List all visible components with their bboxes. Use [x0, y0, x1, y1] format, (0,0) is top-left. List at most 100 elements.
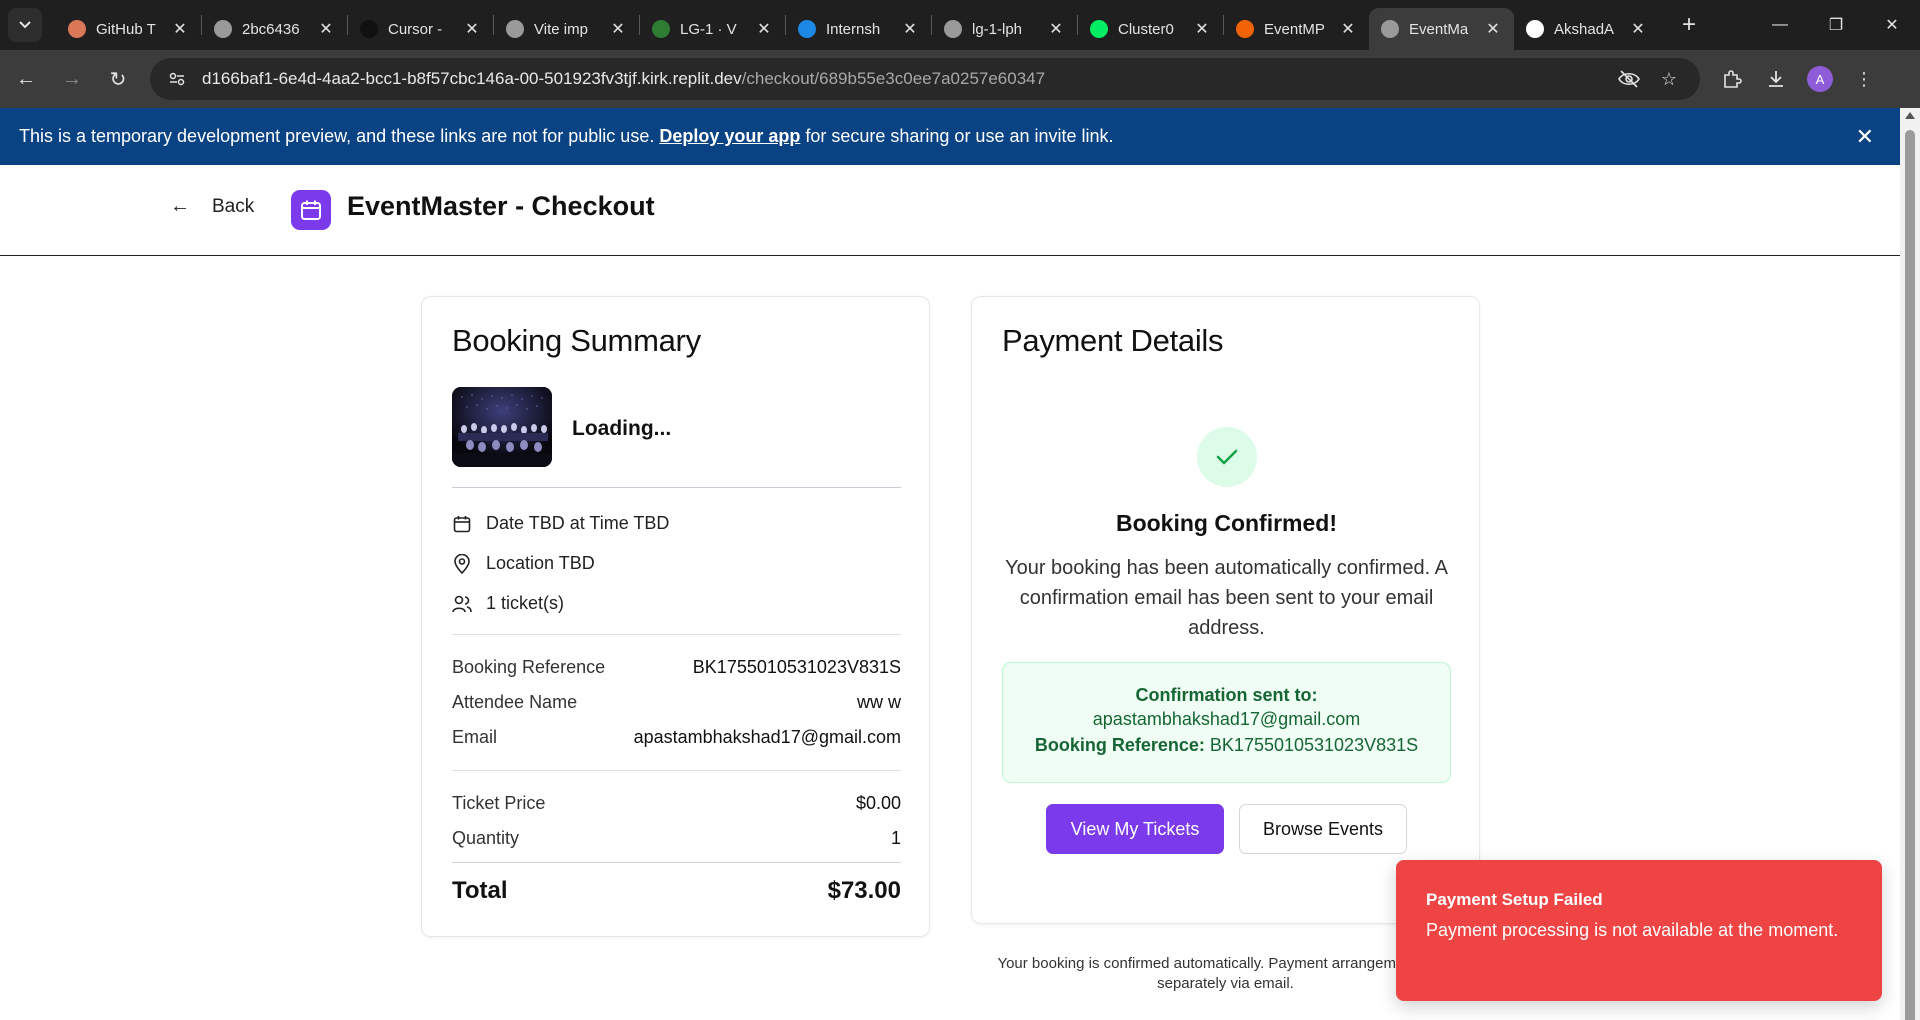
booking-summary-card: Booking Summary Loading... Date TBD at T…	[421, 296, 930, 937]
tab-close-icon[interactable]: ✕	[1193, 19, 1211, 39]
tab-title: Vite imp	[534, 20, 588, 38]
browse-events-button[interactable]: Browse Events	[1239, 804, 1407, 854]
total-row: Total $73.00	[452, 877, 901, 905]
browser-tab[interactable]: lg-1-lph ✕	[932, 8, 1077, 50]
email-label: Email	[452, 727, 498, 747]
forward-nav-button[interactable]: →	[52, 59, 92, 99]
menu-kebab-icon[interactable]: ⋮	[1842, 59, 1886, 99]
dev-preview-banner: This is a temporary development preview,…	[0, 108, 1900, 165]
tab-list: GitHub T ✕ 2bc6436 ✕ Cursor - ✕ Vite imp ✕ LG-1 …	[56, 0, 1659, 50]
booking-summary-heading: Booking Summary	[452, 323, 701, 358]
view-my-tickets-button[interactable]: View My Tickets	[1046, 804, 1224, 854]
deploy-app-link[interactable]: Deploy your app	[659, 126, 800, 147]
quantity-value: 1	[890, 828, 901, 848]
tab-close-icon[interactable]: ✕	[171, 19, 189, 39]
email-row: Email apastambhakshad17@gmail.com	[452, 727, 901, 748]
banner-text: This is a temporary development preview,…	[19, 126, 655, 146]
site-info-icon[interactable]	[164, 66, 190, 92]
event-location-text: Location TBD	[486, 553, 595, 573]
browser-tab[interactable]: GitHub T ✕	[56, 8, 201, 50]
github-icon	[1526, 20, 1544, 38]
back-label: Back	[212, 195, 255, 217]
minimize-button[interactable]: —	[1752, 0, 1808, 50]
address-bar[interactable]: d166baf1-6e4d-4aa2-bcc1-b8f57cbc146a-00-…	[150, 58, 1700, 100]
page-title: EventMaster - Checkout	[347, 191, 655, 221]
tab-title: Internsh	[826, 20, 881, 38]
tab-close-icon[interactable]: ✕	[901, 19, 919, 39]
browser-tab[interactable]: 2bc6436 ✕	[202, 8, 347, 50]
globe-icon	[944, 20, 962, 38]
tab-title: EventMP	[1264, 20, 1325, 38]
openai-icon	[214, 20, 232, 38]
check-circle-icon	[1197, 427, 1257, 487]
browser-tab[interactable]: Cluster0 ✕	[1078, 8, 1223, 50]
booking-reference-label: Booking Reference	[452, 657, 606, 677]
tab-title: EventMa	[1409, 20, 1469, 38]
window-controls: — ❐ ✕	[1752, 0, 1920, 50]
vercel-check-icon	[652, 20, 670, 38]
event-date-row: Date TBD at Time TBD	[452, 513, 669, 534]
eye-off-icon[interactable]	[1612, 62, 1646, 96]
browser-tab[interactable]: Vite imp ✕	[494, 8, 639, 50]
globe-icon	[1381, 20, 1399, 38]
calendar-logo-icon	[291, 190, 331, 230]
reload-button[interactable]: ↻	[98, 59, 138, 99]
banner-text-after: for secure sharing or use an invite link…	[805, 126, 1114, 146]
tab-close-icon[interactable]: ✕	[755, 19, 773, 39]
close-window-button[interactable]: ✕	[1864, 0, 1920, 50]
browser-tab[interactable]: EventMa ✕	[1369, 8, 1514, 50]
tab-close-icon[interactable]: ✕	[1047, 19, 1065, 39]
mongodb-leaf-icon	[1090, 20, 1108, 38]
tab-title: Cluster0	[1118, 20, 1174, 38]
scroll-up-arrow[interactable]	[1905, 112, 1915, 119]
openai-icon	[506, 20, 524, 38]
chevron-down-icon	[19, 21, 31, 29]
browser-tab[interactable]: AkshadA ✕	[1514, 8, 1659, 50]
profile-button[interactable]: A	[1798, 59, 1842, 99]
replit-icon	[1236, 20, 1254, 38]
browser-tab[interactable]: LG-1 · V ✕	[640, 8, 785, 50]
tab-close-icon[interactable]: ✕	[317, 19, 335, 39]
tab-search-button[interactable]	[8, 8, 42, 42]
page-scrollbar[interactable]	[1900, 108, 1920, 1020]
banner-close-icon[interactable]: ✕	[1856, 124, 1874, 150]
sent-to-label: Confirmation sent to:	[1135, 685, 1318, 705]
toast-description: Payment processing is not available at t…	[1426, 920, 1839, 940]
new-tab-button[interactable]: +	[1673, 9, 1705, 41]
ticket-price-value: $0.00	[855, 793, 901, 813]
browser-tab[interactable]: EventMP ✕	[1224, 8, 1369, 50]
back-button[interactable]: ← Back	[170, 195, 254, 218]
tab-close-icon[interactable]: ✕	[609, 19, 627, 39]
booking-confirmed-text: Your booking has been automatically conf…	[1005, 557, 1448, 639]
payment-details-card: Payment Details Booking Confirmed! Your …	[971, 296, 1480, 924]
cursor-icon	[360, 20, 378, 38]
ticket-count-text: 1 ticket(s)	[486, 593, 565, 613]
tab-close-icon[interactable]: ✕	[1629, 19, 1647, 39]
tab-close-icon[interactable]: ✕	[463, 19, 481, 39]
sent-to-email: apastambhakshad17@gmail.com	[1092, 709, 1361, 729]
tab-close-icon[interactable]: ✕	[1339, 19, 1357, 39]
quantity-row: Quantity 1	[452, 828, 901, 849]
app-header: ← Back EventMaster - Checkout	[0, 165, 1900, 256]
browser-tab[interactable]: Cursor - ✕	[348, 8, 493, 50]
tab-title: Cursor -	[388, 20, 443, 38]
back-nav-button[interactable]: ←	[6, 59, 46, 99]
event-name: Loading...	[572, 417, 672, 440]
tab-close-icon[interactable]: ✕	[1484, 19, 1502, 39]
calendar-icon	[452, 514, 472, 534]
confirmation-sent-box: Confirmation sent to: apastambhakshad17@…	[1002, 662, 1451, 783]
error-toast[interactable]: Payment Setup Failed Payment processing …	[1396, 860, 1882, 1001]
ticket-count-row: 1 ticket(s)	[452, 593, 564, 614]
profile-avatar: A	[1807, 66, 1833, 92]
extensions-icon[interactable]	[1710, 59, 1754, 99]
ticket-price-label: Ticket Price	[452, 793, 546, 813]
url-text[interactable]: d166baf1-6e4d-4aa2-bcc1-b8f57cbc146a-00-…	[202, 69, 1606, 89]
divider	[452, 487, 901, 488]
browser-tab[interactable]: Internsh ✕	[786, 8, 931, 50]
download-icon[interactable]	[1754, 59, 1798, 99]
event-location-row: Location TBD	[452, 553, 595, 574]
attendee-name-label: Attendee Name	[452, 692, 578, 712]
scroll-thumb[interactable]	[1905, 130, 1915, 1020]
restore-button[interactable]: ❐	[1808, 0, 1864, 50]
bookmark-star-icon[interactable]: ☆	[1652, 62, 1686, 96]
